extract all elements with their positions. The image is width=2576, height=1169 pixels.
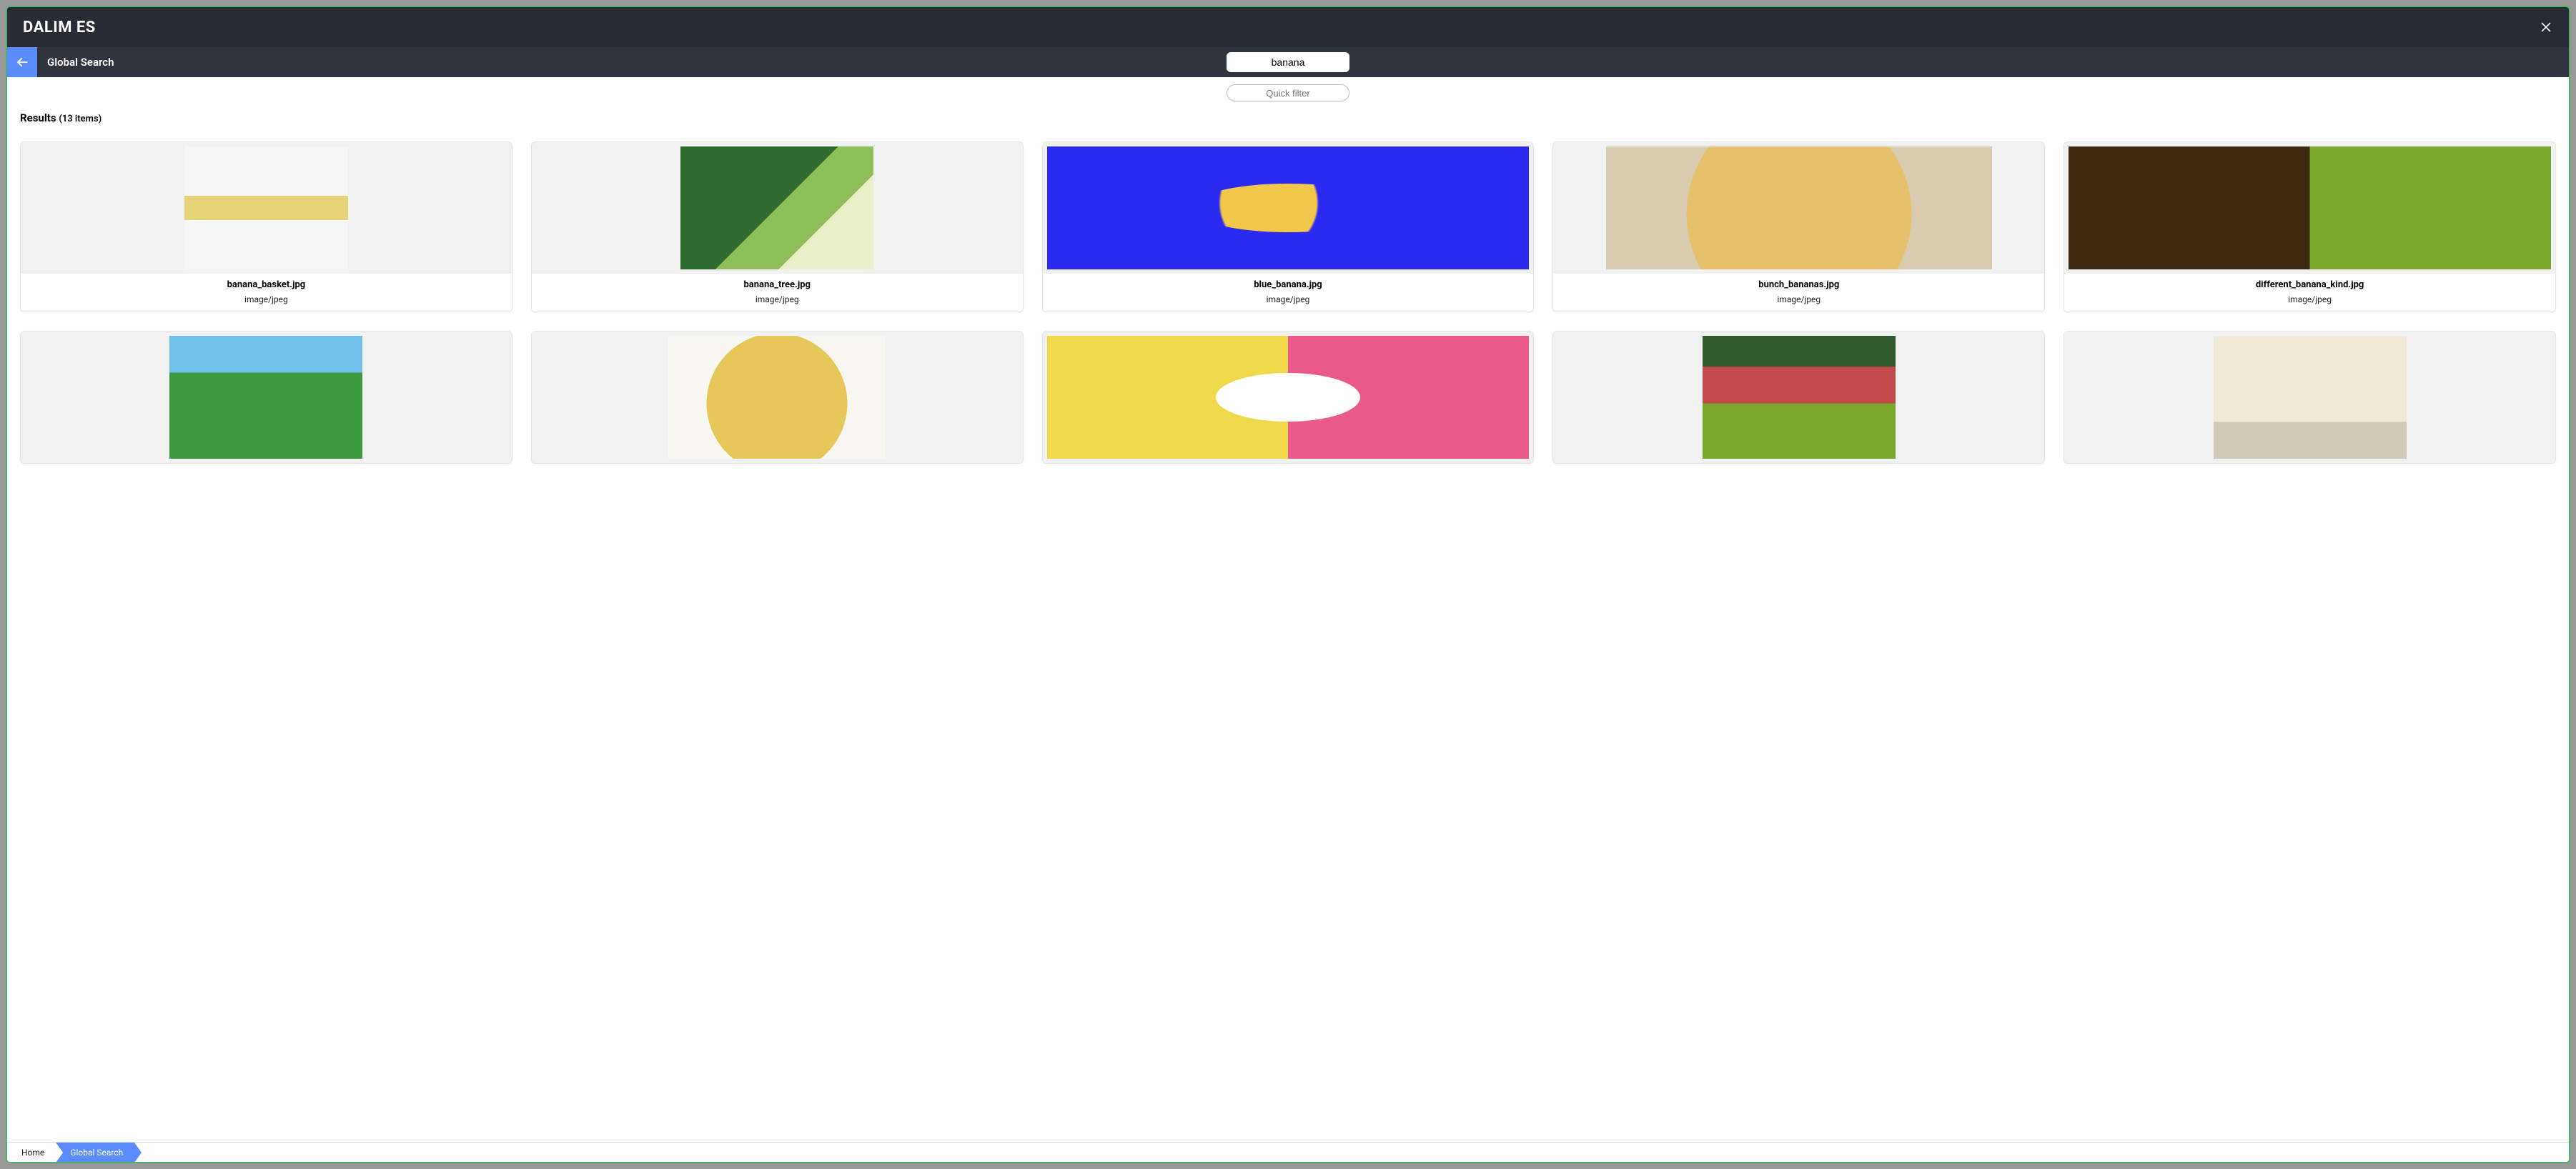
- result-filename: banana_tree.jpg: [536, 279, 1019, 290]
- result-mimetype: image/jpeg: [536, 294, 1019, 304]
- thumbnail-image: [169, 336, 362, 459]
- result-filename: bunch_bananas.jpg: [1557, 279, 2040, 290]
- close-icon: [2540, 21, 2552, 33]
- thumbnail-image: [680, 146, 873, 269]
- search-input-wrap: [1227, 52, 1349, 72]
- result-filename: different_banana_kind.jpg: [2069, 279, 2551, 290]
- result-thumbnail: [1553, 332, 2044, 463]
- result-card[interactable]: different_banana_kind.jpg image/jpeg: [2064, 141, 2556, 312]
- app-window: DALIM ES Global Search Results (13 items…: [6, 6, 2570, 1163]
- thumbnail-image: [2069, 146, 2551, 269]
- result-meta: bunch_bananas.jpg image/jpeg: [1553, 274, 2044, 312]
- result-thumbnail: [1553, 142, 2044, 274]
- back-button[interactable]: [7, 47, 37, 77]
- results-scroll[interactable]: banana_basket.jpgimage/jpegbanana_tree.j…: [7, 129, 2569, 1142]
- result-card[interactable]: banana_basket.jpg image/jpeg: [20, 141, 512, 312]
- result-mimetype: image/jpeg: [2069, 294, 2551, 304]
- result-card[interactable]: bunch_bananas.jpg image/jpeg: [1552, 141, 2045, 312]
- result-thumbnail: [21, 332, 512, 463]
- result-thumbnail: [532, 142, 1023, 274]
- search-bar: Global Search: [7, 47, 2569, 77]
- app-title: DALIM ES: [23, 19, 96, 36]
- result-meta: different_banana_kind.jpg image/jpeg: [2064, 274, 2555, 312]
- thumbnail-image: [1606, 146, 1992, 269]
- result-filename: blue_banana.jpg: [1047, 279, 1530, 290]
- close-button[interactable]: [2539, 20, 2553, 34]
- result-thumbnail: [1043, 332, 1534, 463]
- result-card[interactable]: [1552, 331, 2045, 464]
- result-card[interactable]: [2064, 331, 2556, 464]
- result-thumbnail: [532, 332, 1023, 463]
- results-count: (13 items): [59, 114, 101, 124]
- result-meta: blue_banana.jpg image/jpeg: [1043, 274, 1534, 312]
- result-thumbnail: [2064, 332, 2555, 463]
- result-mimetype: image/jpeg: [25, 294, 507, 304]
- result-card[interactable]: [1042, 331, 1535, 464]
- result-meta: banana_tree.jpg image/jpeg: [532, 274, 1023, 312]
- result-mimetype: image/jpeg: [1047, 294, 1530, 304]
- results-grid: banana_basket.jpgimage/jpegbanana_tree.j…: [20, 141, 2556, 464]
- result-card[interactable]: blue_banana.jpg image/jpeg: [1042, 141, 1535, 312]
- thumbnail-image: [1047, 336, 1530, 459]
- results-header: Results (13 items): [7, 106, 2569, 129]
- search-input[interactable]: [1227, 52, 1349, 72]
- result-thumbnail: [21, 142, 512, 274]
- filter-row: [7, 77, 2569, 106]
- result-mimetype: image/jpeg: [1557, 294, 2040, 304]
- search-bar-label: Global Search: [47, 56, 114, 69]
- result-meta: banana_basket.jpg image/jpeg: [21, 274, 512, 312]
- thumbnail-image: [1047, 146, 1530, 269]
- thumbnail-image: [1703, 336, 1896, 459]
- title-bar: DALIM ES: [7, 7, 2569, 47]
- thumbnail-image: [184, 146, 348, 269]
- result-card[interactable]: [20, 331, 512, 464]
- thumbnail-image: [2214, 336, 2407, 459]
- result-thumbnail: [2064, 142, 2555, 274]
- result-thumbnail: [1043, 142, 1534, 274]
- breadcrumb-bar: Home Global Search: [7, 1142, 2569, 1162]
- breadcrumb-home[interactable]: Home: [14, 1143, 56, 1163]
- results-label: Results: [20, 111, 56, 124]
- result-card[interactable]: [531, 331, 1024, 464]
- result-filename: banana_basket.jpg: [25, 279, 507, 290]
- back-arrow-icon: [14, 54, 30, 70]
- thumbnail-image: [668, 336, 886, 459]
- breadcrumb-current[interactable]: Global Search: [56, 1143, 134, 1163]
- result-card[interactable]: banana_tree.jpg image/jpeg: [531, 141, 1024, 312]
- quick-filter-input[interactable]: [1227, 84, 1349, 101]
